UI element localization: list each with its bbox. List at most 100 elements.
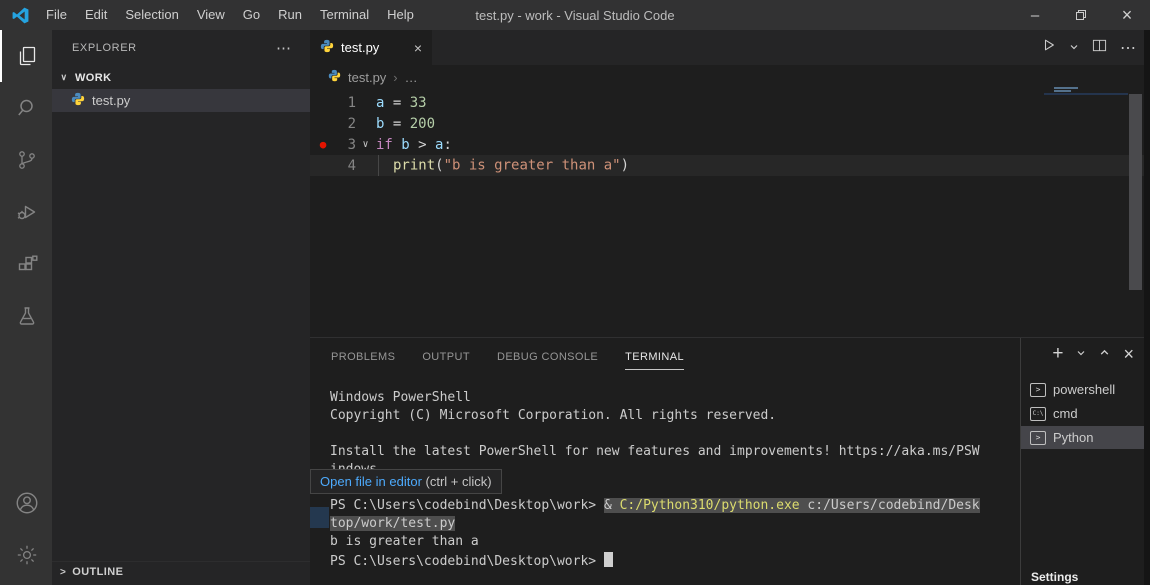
menubar: FileEditSelectionViewGoRunTerminalHelp: [37, 0, 423, 30]
terminal-text: Windows PowerShell: [330, 390, 471, 405]
breadcrumb-separator-icon: ›: [393, 70, 397, 85]
terminal-line: Install the latest PowerShell for new fe…: [330, 444, 1014, 462]
terminal-session-powershell[interactable]: >powershell: [1021, 378, 1150, 401]
session-label: cmd: [1053, 406, 1078, 421]
terminal-text: PS C:\Users\codebind\Desktop\work>: [330, 498, 604, 513]
menu-go[interactable]: Go: [234, 0, 269, 30]
window-right-edge: [1144, 30, 1150, 585]
file-name: test.py: [92, 93, 130, 108]
restore-icon: [1075, 9, 1087, 21]
fold-chevron-icon[interactable]: ∨: [356, 139, 375, 150]
run-python-file-button[interactable]: [1042, 38, 1056, 57]
open-file-tooltip: Open file in editor (ctrl + click): [310, 469, 502, 494]
folder-work[interactable]: ∨ WORK: [52, 66, 310, 89]
split-editor-icon[interactable]: [1092, 38, 1107, 58]
terminal-text: b is greater than a: [330, 534, 479, 549]
editor-actions: ⋯: [1042, 30, 1136, 65]
explorer-sidebar: EXPLORER ⋯ ∨ WORK test.py > OUTLINE: [52, 30, 310, 585]
testing-icon[interactable]: [0, 290, 52, 342]
run-dropdown-chevron-icon[interactable]: [1069, 39, 1079, 57]
terminal-line: [330, 426, 1014, 444]
cmd-box-icon: C:\: [1030, 407, 1046, 421]
terminal-cursor: [604, 552, 613, 567]
breadcrumb-file[interactable]: test.py: [348, 70, 386, 85]
settings-tooltip: Settings: [1031, 570, 1078, 584]
terminal-session-python[interactable]: > Python: [1021, 426, 1150, 449]
restore-button[interactable]: [1058, 0, 1104, 30]
session-label: Python: [1053, 430, 1093, 445]
menu-terminal[interactable]: Terminal: [311, 0, 378, 30]
outline-label: OUTLINE: [72, 566, 123, 578]
tab-label: test.py: [341, 40, 379, 55]
code-line-1[interactable]: 1 a = 33: [310, 92, 1150, 113]
code-line-3[interactable]: ●3∨if b > a:: [310, 134, 1150, 155]
terminal-box-icon: >: [1030, 431, 1046, 445]
extensions-icon[interactable]: [0, 238, 52, 290]
python-file-icon: [320, 39, 334, 56]
terminal-session-list: >powershell C:\ cmd > Python: [1021, 378, 1150, 449]
tab-test-py[interactable]: test.py ×: [310, 30, 432, 65]
window-title: test.py - work - Visual Studio Code: [475, 8, 674, 23]
run-and-debug-icon[interactable]: [0, 186, 52, 238]
close-window-button[interactable]: ×: [1104, 0, 1150, 30]
source-control-icon[interactable]: [0, 134, 52, 186]
settings-gear-icon[interactable]: [0, 529, 52, 581]
outline-section[interactable]: > OUTLINE: [52, 561, 310, 582]
editor-more-actions-icon[interactable]: ⋯: [1120, 38, 1136, 58]
menu-edit[interactable]: Edit: [76, 0, 116, 30]
terminal-line: Copyright (C) Microsoft Corporation. All…: [330, 408, 1014, 426]
line-number: 3: [336, 137, 356, 153]
menu-help[interactable]: Help: [378, 0, 423, 30]
minimize-button[interactable]: –: [1012, 0, 1058, 30]
panel-tab-terminal[interactable]: TERMINAL: [625, 351, 684, 363]
panel-tabbar: PROBLEMS OUTPUT DEBUG CONSOLE TERMINAL: [310, 338, 684, 376]
line-number: 1: [336, 95, 356, 111]
session-label: powershell: [1053, 382, 1115, 397]
menu-selection[interactable]: Selection: [116, 0, 187, 30]
terminal-text: c:/Users/codebind/Desk: [800, 498, 980, 513]
panel-tab-problems[interactable]: PROBLEMS: [331, 351, 395, 363]
search-icon[interactable]: [0, 82, 52, 134]
window-controls: – ×: [1012, 0, 1150, 30]
code-line-2[interactable]: 2 b = 200: [310, 113, 1150, 134]
chevron-down-icon: ∨: [57, 72, 71, 83]
breadcrumb-more[interactable]: …: [405, 70, 418, 85]
menu-run[interactable]: Run: [269, 0, 311, 30]
line-number: 2: [336, 116, 356, 132]
python-file-icon: [71, 92, 85, 109]
editor-group: test.py × ⋯ test.py › … 1 a = 33 2 b = 200 ●: [310, 30, 1150, 337]
editor-scrollbar[interactable]: [1129, 94, 1142, 290]
terminal-line: top/work/test.py: [330, 516, 1014, 534]
titlebar: FileEditSelectionViewGoRunTerminalHelp t…: [0, 0, 1150, 30]
terminal-text: PS C:\Users\codebind\Desktop\work>: [330, 554, 604, 569]
menu-view[interactable]: View: [188, 0, 234, 30]
panel-tab-debug-console[interactable]: DEBUG CONSOLE: [497, 351, 598, 363]
account-icon[interactable]: [0, 477, 52, 529]
code-area[interactable]: 1 a = 33 2 b = 200 ●3∨if b > a:4print("b is …: [310, 89, 1150, 176]
terminal-text: Install the latest PowerShell for new fe…: [330, 444, 980, 459]
terminal-line: b is greater than a: [330, 534, 1014, 552]
terminal-line: PS C:\Users\codebind\Desktop\work>: [330, 552, 1014, 570]
terminal-line: PS C:\Users\codebind\Desktop\work> & C:/…: [330, 498, 1014, 516]
menu-file[interactable]: File: [37, 0, 76, 30]
panel-tab-output[interactable]: OUTPUT: [422, 351, 470, 363]
open-file-link[interactable]: Open file in editor: [320, 474, 422, 489]
explorer-icon[interactable]: [0, 30, 52, 82]
file-item-test-py[interactable]: test.py: [52, 89, 310, 112]
activity-bar-bottom: [0, 477, 52, 581]
code-text: b = 200: [375, 116, 435, 132]
code-text: print("b is greater than a"): [375, 155, 629, 176]
terminal-sidebar: >powershell C:\ cmd > Python: [1020, 338, 1150, 585]
code-line-4[interactable]: 4print("b is greater than a"): [310, 155, 1150, 176]
terminal-session-cmd[interactable]: C:\ cmd: [1021, 402, 1150, 425]
python-file-icon: [328, 69, 341, 85]
terminal-text: Copyright (C) Microsoft Corporation. All…: [330, 408, 776, 423]
breadcrumb[interactable]: test.py › …: [310, 65, 1150, 89]
code-text: a = 33: [375, 95, 427, 111]
vscode-logo-icon: [12, 7, 29, 24]
explorer-more-actions-icon[interactable]: ⋯: [276, 39, 292, 57]
breakpoint-icon[interactable]: ●: [310, 138, 336, 151]
explorer-title: EXPLORER: [72, 42, 137, 54]
editor-tabbar: test.py ×: [310, 30, 1150, 65]
close-tab-icon[interactable]: ×: [414, 40, 422, 56]
